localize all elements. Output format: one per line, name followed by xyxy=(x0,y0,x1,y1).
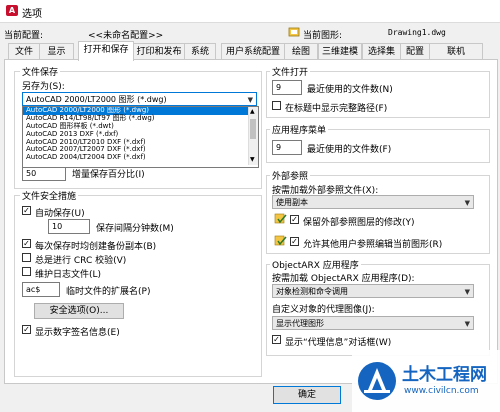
log-file-checkbox[interactable] xyxy=(22,267,31,276)
security-options-button[interactable]: 安全选项(O)... xyxy=(34,303,124,319)
ok-button[interactable]: 确定 xyxy=(273,386,341,404)
app-menu-recent-input[interactable]: 9 xyxy=(272,140,302,155)
file-save-title: 文件保存 xyxy=(20,65,61,78)
tab-user-preferences[interactable]: 用户系统配置 xyxy=(221,43,285,60)
tab-display[interactable]: 显示 xyxy=(39,43,74,60)
scroll-down-icon[interactable]: ▼ xyxy=(250,156,255,163)
tab-open-and-save[interactable]: 打开和保存 xyxy=(78,41,134,61)
proxy-image-value: 显示代理图形 xyxy=(276,319,324,328)
proxy-image-select[interactable]: 显示代理图形 ▼ xyxy=(272,316,474,330)
objectarx-demand-load-value: 对象检测和命令调用 xyxy=(276,287,348,296)
xref-title: 外部参照 xyxy=(270,169,311,182)
autocad-app-icon: A xyxy=(6,5,18,16)
drawing-file-icon xyxy=(288,26,300,38)
log-file-label: 维护日志文件(L) xyxy=(35,270,102,280)
save-as-label: 另存为(S): xyxy=(22,82,65,92)
chevron-down-icon: ▼ xyxy=(464,320,470,328)
autosave-label: 自动保存(U) xyxy=(35,209,85,219)
full-path-label: 在标题中显示完整路径(F) xyxy=(285,104,388,114)
civilcn-watermark: 土木工程网 www.civilcn.com xyxy=(352,350,500,412)
watermark-url: www.civilcn.com xyxy=(404,386,479,396)
temp-extension-input[interactable]: ac$ xyxy=(22,282,60,297)
retain-xref-layer-checkbox[interactable]: ✓ xyxy=(290,215,299,224)
tab-3d-modeling[interactable]: 三维建模 xyxy=(318,43,362,60)
save-as-option[interactable]: AutoCAD 2004/LT2004 DXF (*.dxf) xyxy=(23,153,258,162)
civilcn-logo-icon xyxy=(356,358,398,404)
xref-layer-icon xyxy=(274,212,288,226)
proxy-info-label: 显示“代理信息”对话框(W) xyxy=(285,338,392,348)
proxy-info-checkbox[interactable]: ✓ xyxy=(272,335,281,344)
scroll-up-icon[interactable]: ▲ xyxy=(250,108,255,115)
xref-edit-icon xyxy=(274,234,288,248)
file-open-title: 文件打开 xyxy=(270,65,311,78)
recent-files-input[interactable]: 9 xyxy=(272,80,302,95)
save-as-dropdown-list[interactable]: AutoCAD 2000/LT2000 图形 (*.dwg) AutoCAD R… xyxy=(22,106,259,168)
app-menu-title: 应用程序菜单 xyxy=(270,123,329,136)
file-safety-title: 文件安全措施 xyxy=(20,189,79,202)
incremental-save-label: 增量保存百分比(I) xyxy=(72,170,145,180)
autosave-minutes-input[interactable]: 10 xyxy=(48,219,90,234)
xref-demand-load-select[interactable]: 使用副本 ▼ xyxy=(272,195,474,209)
current-drawing-label: 当前图形: xyxy=(303,31,343,41)
scroll-thumb[interactable] xyxy=(250,119,256,139)
objectarx-demand-load-select[interactable]: 对象检测和命令调用 ▼ xyxy=(272,284,474,298)
autosave-minutes-label: 保存间隔分钟数(M) xyxy=(96,224,174,234)
objectarx-title: ObjectARX 应用程序 xyxy=(270,258,361,271)
tab-system[interactable]: 系统 xyxy=(184,43,216,60)
dropdown-scrollbar[interactable]: ▲ ▼ xyxy=(248,107,258,165)
full-path-checkbox[interactable] xyxy=(272,101,281,110)
digital-signature-checkbox[interactable]: ✓ xyxy=(22,325,31,334)
watermark-brand: 土木工程网 xyxy=(402,365,487,385)
tab-online[interactable]: 联机 xyxy=(429,43,483,60)
temp-extension-label: 临时文件的扩展名(P) xyxy=(66,287,151,297)
save-as-value: AutoCAD 2000/LT2000 图形 (*.dwg) xyxy=(26,95,167,104)
current-drawing-value: Drawing1.dwg xyxy=(388,28,446,37)
current-profile-label: 当前配置: xyxy=(4,31,44,41)
tab-selection[interactable]: 选择集 xyxy=(362,43,401,60)
chevron-down-icon: ▼ xyxy=(464,199,470,207)
autosave-checkbox[interactable]: ✓ xyxy=(22,206,31,215)
crc-label: 总是进行 CRC 校验(V) xyxy=(35,256,127,266)
retain-xref-layer-label: 保留外部参照图层的修改(Y) xyxy=(303,218,415,228)
backup-label: 每次保存时均创建备份副本(B) xyxy=(35,242,157,252)
proxy-image-label: 自定义对象的代理图像(J): xyxy=(272,305,375,315)
crc-checkbox[interactable] xyxy=(22,253,31,262)
xref-demand-load-value: 使用副本 xyxy=(276,198,308,207)
tab-profiles[interactable]: 配置 xyxy=(400,43,430,60)
save-as-select[interactable]: AutoCAD 2000/LT2000 图形 (*.dwg) ▼ xyxy=(22,92,257,106)
allow-xref-edit-label: 允许其他用户参照编辑当前图形(R) xyxy=(303,240,443,250)
window-title: 选项 xyxy=(22,9,42,20)
incremental-save-input[interactable]: 50 xyxy=(22,166,66,181)
objectarx-demand-load-label: 按需加载 ObjectARX 应用程序(D): xyxy=(272,274,415,284)
digital-signature-label: 显示数字签名信息(E) xyxy=(35,328,120,338)
chevron-down-icon: ▼ xyxy=(464,288,470,296)
backup-checkbox[interactable]: ✓ xyxy=(22,239,31,248)
tab-plot-and-publish[interactable]: 打印和发布 xyxy=(133,43,185,60)
title-bar: A 选项 xyxy=(0,0,500,23)
chevron-down-icon: ▼ xyxy=(247,96,253,104)
tab-drafting[interactable]: 绘图 xyxy=(284,43,318,60)
allow-xref-edit-checkbox[interactable]: ✓ xyxy=(290,237,299,246)
current-profile-value: <<未命名配置>> xyxy=(88,31,164,41)
app-menu-recent-label: 最近使用的文件数(F) xyxy=(307,145,392,155)
recent-files-label: 最近使用的文件数(N) xyxy=(307,85,393,95)
tab-files[interactable]: 文件 xyxy=(8,43,40,60)
